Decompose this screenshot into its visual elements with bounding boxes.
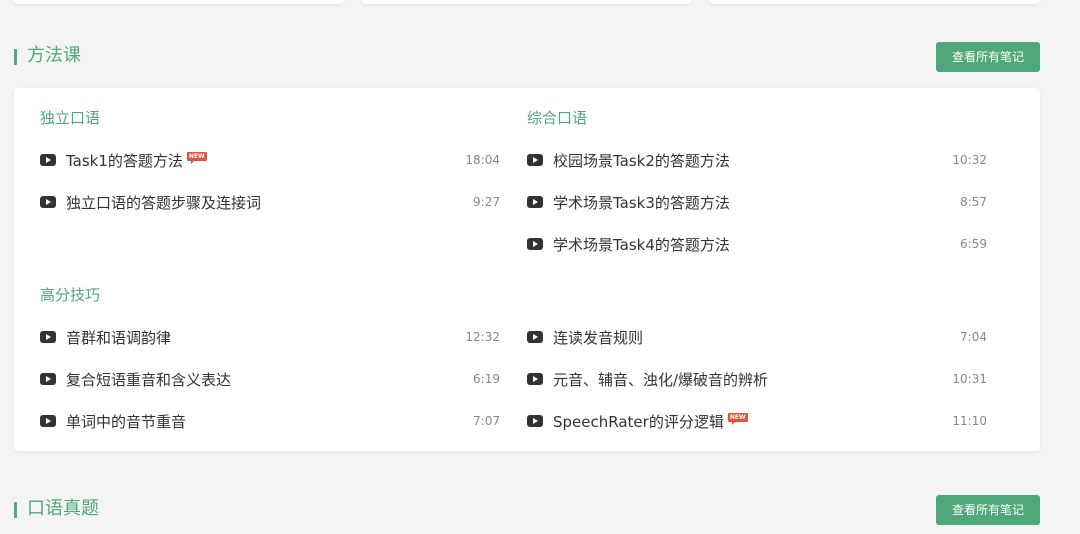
lesson-duration: 6:19 [473,372,500,386]
play-video-icon [527,196,543,208]
new-badge: NEW [727,412,748,425]
new-badge: NEW [186,151,207,164]
lesson-title: 连读发音规则 [553,328,644,347]
lesson-duration: 10:31 [952,372,987,386]
previous-section-cards [14,0,1040,6]
group-title-skills: 高分技巧 [40,286,101,304]
lesson-title: 学术场景Task3的答题方法 [553,193,730,212]
play-video-icon [527,373,543,385]
play-video-icon [40,154,56,166]
play-video-icon [40,373,56,385]
lesson-title: 元音、辅音、浊化/爆破音的辨析 [553,370,769,389]
play-video-icon [527,238,543,250]
lesson-duration: 9:27 [473,195,500,209]
play-video-icon [40,415,56,427]
section-accent-bar [14,49,17,65]
lesson-title: 独立口语的答题步骤及连接词 [66,193,262,212]
lesson-duration: 18:04 [465,153,500,167]
lesson-title: 学术场景Task4的答题方法 [553,235,730,254]
previous-card [710,0,1040,4]
play-video-icon [40,331,56,343]
play-video-icon [527,331,543,343]
lesson-item[interactable]: 校园场景Task2的答题方法 10:32 [527,149,987,171]
lesson-duration: 7:04 [960,330,987,344]
section-title: 方法课 [27,45,81,66]
play-video-icon [40,196,56,208]
play-video-icon [527,415,543,427]
previous-card [14,0,344,4]
play-video-icon [527,154,543,166]
lesson-item[interactable]: 学术场景Task3的答题方法 8:57 [527,191,987,213]
lesson-title: 音群和语调韵律 [66,328,172,347]
method-course-card: 独立口语 Task1的答题方法 NEW 18:04 独立口语的答题步骤及连接词 … [14,88,1040,451]
lesson-item[interactable]: 元音、辅音、浊化/爆破音的辨析 10:31 [527,368,987,390]
lesson-duration: 11:10 [952,414,987,428]
lesson-item[interactable]: 单词中的音节重音 7:07 [40,410,500,432]
lesson-item[interactable]: Task1的答题方法 NEW 18:04 [40,149,500,171]
lesson-title: Task1的答题方法 [66,151,183,170]
lesson-item[interactable]: 复合短语重音和含义表达 6:19 [40,368,500,390]
group-title-integrated: 综合口语 [527,109,588,127]
section-header-real-tests: 口语真题 查看所有笔记 [14,495,1040,525]
section-title: 口语真题 [27,498,99,519]
lesson-item[interactable]: 独立口语的答题步骤及连接词 9:27 [40,191,500,213]
lesson-item[interactable]: 学术场景Task4的答题方法 6:59 [527,233,987,255]
lesson-title: SpeechRater的评分逻辑 [553,412,724,431]
group-title-independent: 独立口语 [40,109,101,127]
lesson-item[interactable]: 音群和语调韵律 12:32 [40,326,500,348]
previous-card [362,0,692,4]
lesson-title: 校园场景Task2的答题方法 [553,151,730,170]
lesson-title: 复合短语重音和含义表达 [66,370,232,389]
lesson-duration: 10:32 [952,153,987,167]
section-header-method: 方法课 查看所有笔记 [14,42,1040,72]
view-all-notes-button[interactable]: 查看所有笔记 [936,42,1040,72]
lesson-duration: 7:07 [473,414,500,428]
section-accent-bar [14,502,17,518]
lesson-title: 单词中的音节重音 [66,412,187,431]
lesson-duration: 12:32 [465,330,500,344]
lesson-item[interactable]: 连读发音规则 7:04 [527,326,987,348]
lesson-duration: 8:57 [960,195,987,209]
view-all-notes-button[interactable]: 查看所有笔记 [936,495,1040,525]
lesson-duration: 6:59 [960,237,987,251]
lesson-item[interactable]: SpeechRater的评分逻辑 NEW 11:10 [527,410,987,432]
